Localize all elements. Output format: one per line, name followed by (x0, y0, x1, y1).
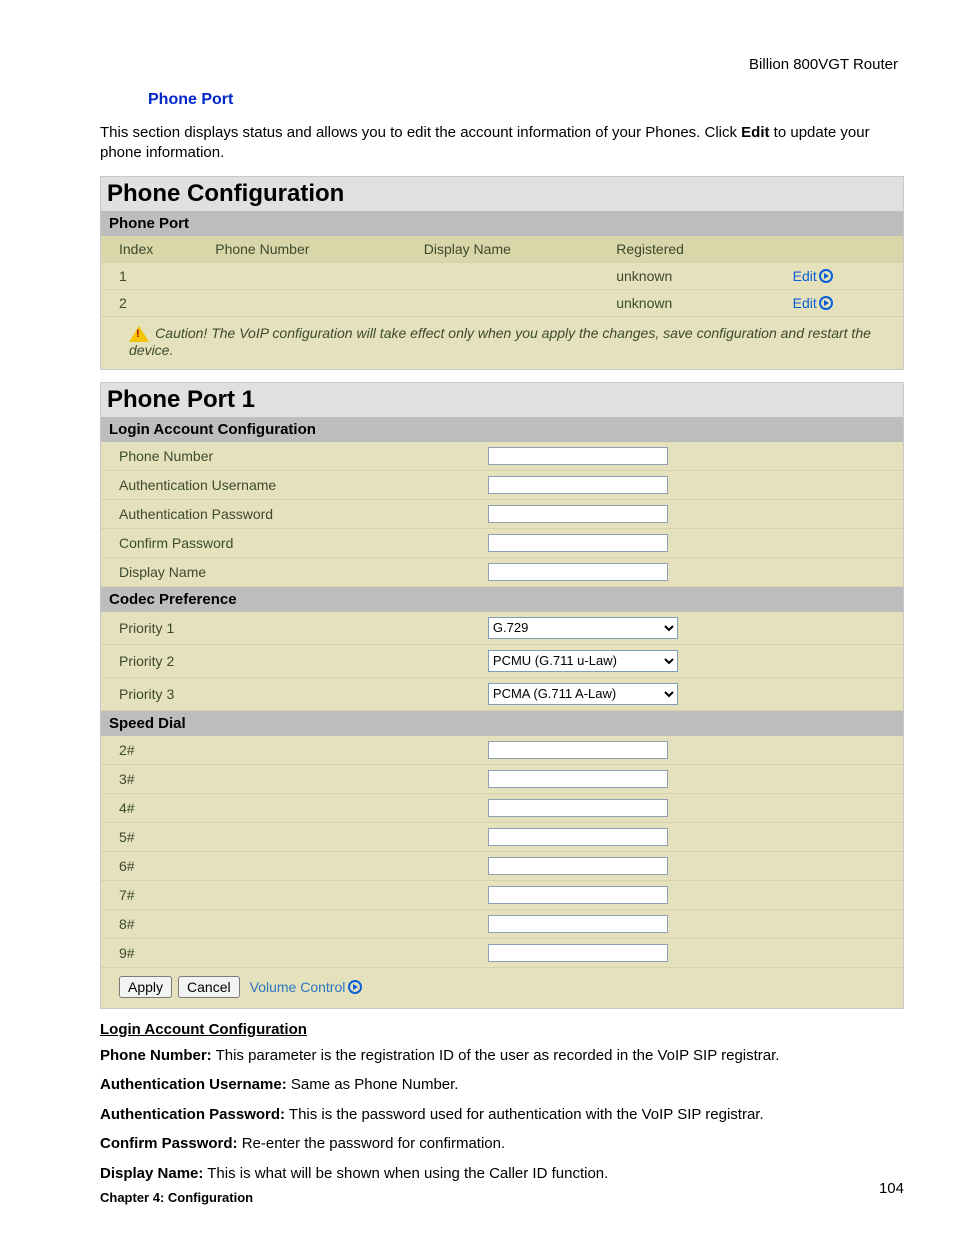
play-icon (819, 269, 833, 283)
display-name-input[interactable] (488, 563, 668, 581)
phone-config-panel: Phone Configuration Phone Port Index Pho… (100, 176, 904, 370)
cell-display (406, 262, 598, 289)
edit-link[interactable]: Edit (793, 268, 833, 284)
speed-input-5[interactable] (488, 828, 668, 846)
intro-text: This section displays status and allows … (100, 123, 904, 164)
apply-button[interactable]: Apply (119, 976, 172, 998)
label-p3: Priority 3 (101, 677, 470, 710)
codec-table: Priority 1 G.729 Priority 2 PCMU (G.711 u-… (101, 612, 903, 711)
desc-val: Re-enter the password for confirmation. (238, 1135, 506, 1152)
product-header: Billion 800VGT Router (100, 56, 904, 73)
table-row: 2 unknown Edit (101, 289, 903, 316)
speed-label: 7# (101, 880, 470, 909)
col-reg: Registered (598, 236, 774, 263)
intro-bold: Edit (741, 124, 769, 141)
speed-label: 4# (101, 793, 470, 822)
desc-key: Display Name: (100, 1165, 203, 1182)
speed-input-2[interactable] (488, 741, 668, 759)
edit-link[interactable]: Edit (793, 295, 833, 311)
auth-password-input[interactable] (488, 505, 668, 523)
label-p1: Priority 1 (101, 612, 470, 645)
speed-label: 3# (101, 764, 470, 793)
desc-val: Same as Phone Number. (287, 1076, 459, 1093)
codec-heading: Codec Preference (101, 587, 903, 612)
label-p2: Priority 2 (101, 644, 470, 677)
play-icon (819, 296, 833, 310)
label-display: Display Name (101, 557, 470, 586)
phone-config-title: Phone Configuration (101, 177, 903, 211)
speed-input-8[interactable] (488, 915, 668, 933)
login-config-table: Phone Number Authentication Username Aut… (101, 442, 903, 587)
phone-config-subtitle: Phone Port (101, 211, 903, 236)
label-auth-pass: Authentication Password (101, 499, 470, 528)
speed-dial-table: 2# 3# 4# 5# 6# 7# 8# 9# (101, 736, 903, 968)
col-phone: Phone Number (197, 236, 406, 263)
caution-row: Caution! The VoIP configuration will tak… (101, 317, 903, 369)
cell-index: 1 (101, 262, 197, 289)
speed-input-4[interactable] (488, 799, 668, 817)
volume-control-link[interactable]: Volume Control (250, 979, 363, 995)
speed-label: 9# (101, 938, 470, 967)
phone-number-input[interactable] (488, 447, 668, 465)
speed-input-9[interactable] (488, 944, 668, 962)
desc-key: Authentication Username: (100, 1076, 287, 1093)
col-index: Index (101, 236, 197, 263)
speed-input-3[interactable] (488, 770, 668, 788)
cell-display (406, 289, 598, 316)
desc-item: Authentication Username: Same as Phone N… (100, 1075, 904, 1095)
volume-control-label: Volume Control (250, 979, 346, 995)
desc-key: Authentication Password: (100, 1106, 285, 1123)
desc-val: This is what will be shown when using th… (203, 1165, 608, 1182)
phone-port-table: Index Phone Number Display Name Register… (101, 236, 903, 317)
cell-reg: unknown (598, 289, 774, 316)
page-footer: Chapter 4: Configuration 104 (100, 1180, 904, 1205)
speed-input-6[interactable] (488, 857, 668, 875)
priority2-select[interactable]: PCMU (G.711 u-Law) (488, 650, 678, 672)
label-auth-user: Authentication Username (101, 470, 470, 499)
desc-val: This is the password used for authentica… (285, 1106, 764, 1123)
edit-label: Edit (793, 295, 817, 311)
auth-username-input[interactable] (488, 476, 668, 494)
speed-input-7[interactable] (488, 886, 668, 904)
section-title: Phone Port (148, 91, 904, 109)
desc-item: Authentication Password: This is the pas… (100, 1105, 904, 1125)
caution-text: Caution! The VoIP configuration will tak… (129, 325, 871, 358)
intro-pre: This section displays status and allows … (100, 124, 741, 141)
warning-icon (129, 326, 149, 342)
speed-label: 2# (101, 736, 470, 765)
speed-label: 5# (101, 822, 470, 851)
play-icon (348, 980, 362, 994)
edit-label: Edit (793, 268, 817, 284)
desc-key: Confirm Password: (100, 1135, 238, 1152)
desc-item: Phone Number: This parameter is the regi… (100, 1046, 904, 1066)
speed-dial-heading: Speed Dial (101, 711, 903, 736)
table-row: 1 unknown Edit (101, 262, 903, 289)
col-display: Display Name (406, 236, 598, 263)
cell-reg: unknown (598, 262, 774, 289)
cancel-button[interactable]: Cancel (178, 976, 240, 998)
cell-phone (197, 289, 406, 316)
desc-key: Phone Number: (100, 1047, 212, 1064)
page-number: 104 (879, 1180, 904, 1197)
label-phone: Phone Number (101, 442, 470, 471)
speed-label: 8# (101, 909, 470, 938)
speed-label: 6# (101, 851, 470, 880)
chapter-label: Chapter 4: Configuration (100, 1190, 253, 1205)
phone-port1-panel: Phone Port 1 Login Account Configuration… (100, 382, 904, 1009)
priority1-select[interactable]: G.729 (488, 617, 678, 639)
action-bar: Apply Cancel Volume Control (101, 968, 903, 1008)
confirm-password-input[interactable] (488, 534, 668, 552)
desc-heading: Login Account Configuration (100, 1021, 904, 1038)
desc-val: This parameter is the registration ID of… (212, 1047, 780, 1064)
priority3-select[interactable]: PCMA (G.711 A-Law) (488, 683, 678, 705)
label-confirm: Confirm Password (101, 528, 470, 557)
phone-port1-title: Phone Port 1 (101, 383, 903, 417)
desc-item: Confirm Password: Re-enter the password … (100, 1134, 904, 1154)
login-config-heading: Login Account Configuration (101, 417, 903, 442)
cell-index: 2 (101, 289, 197, 316)
cell-phone (197, 262, 406, 289)
